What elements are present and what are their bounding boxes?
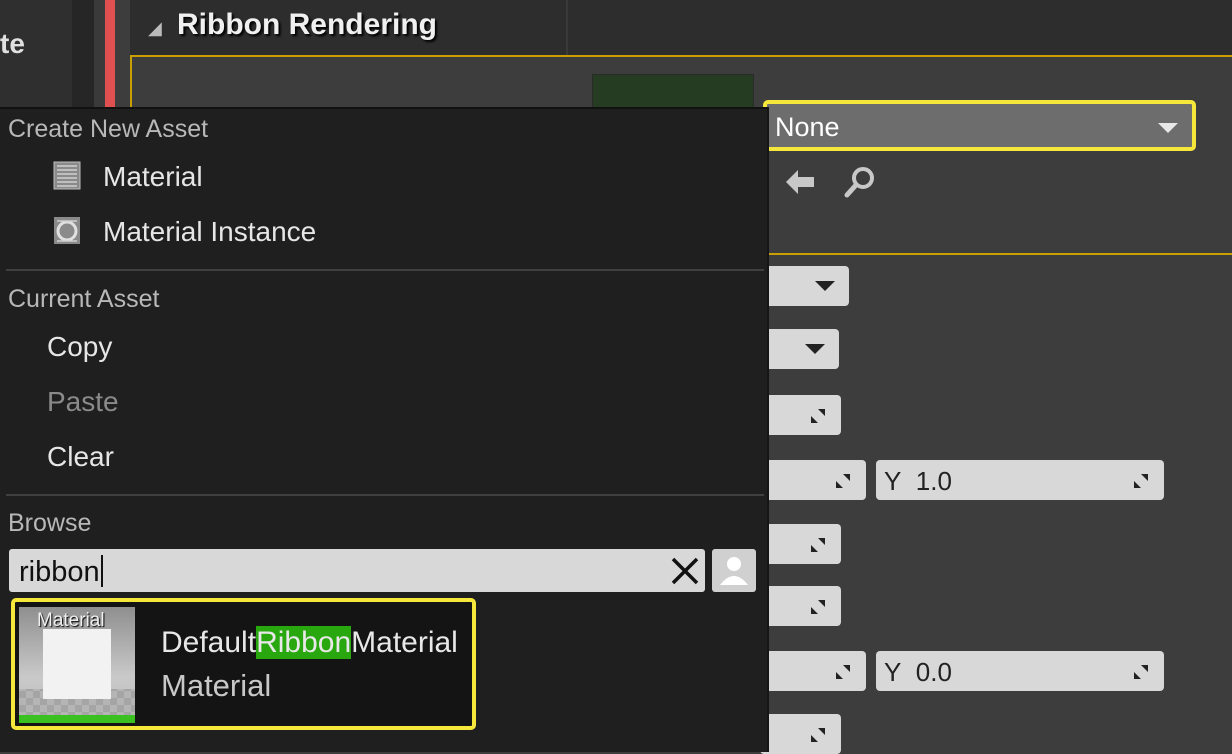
category-color-bar — [105, 0, 115, 107]
material-thumbnail[interactable] — [592, 74, 754, 110]
axis-label: Y — [884, 657, 902, 687]
spin-drag-icon — [836, 665, 850, 679]
asset-search-input[interactable]: ribbon — [9, 549, 705, 592]
numeric-field-x[interactable] — [760, 651, 866, 691]
panel-splitter[interactable] — [72, 0, 94, 107]
material-instance-icon — [52, 216, 84, 246]
spin-drag-icon — [1134, 665, 1148, 679]
spin-drag-icon — [811, 538, 825, 552]
panel-gap — [94, 0, 105, 107]
left-panel: te — [0, 0, 72, 107]
dropdown-arrow-icon — [1158, 123, 1178, 133]
header-column-divider — [566, 0, 568, 55]
numeric-field[interactable] — [760, 524, 841, 564]
dropdown-field[interactable] — [760, 266, 849, 306]
create-material-instance-item[interactable]: Material Instance — [103, 216, 316, 248]
create-material-item[interactable]: Material — [103, 161, 203, 193]
filter-user-button[interactable] — [712, 549, 756, 592]
asset-result-type: Material — [161, 668, 272, 703]
name-suffix: Material — [351, 626, 458, 659]
dropdown-arrow-icon — [805, 344, 825, 354]
material-asset-combo[interactable]: None — [763, 100, 1196, 151]
clear-item[interactable]: Clear — [47, 441, 114, 473]
create-new-asset-heading: Create New Asset — [8, 115, 209, 143]
section-title: Ribbon Rendering — [177, 8, 437, 41]
axis-label: Y — [884, 466, 902, 496]
numeric-field[interactable] — [760, 714, 841, 754]
dropdown-arrow-icon — [815, 281, 835, 291]
numeric-field[interactable] — [760, 395, 841, 435]
numeric-field[interactable] — [760, 586, 841, 626]
paste-item: Paste — [47, 386, 119, 417]
back-arrow-icon[interactable] — [782, 164, 818, 200]
search-icon[interactable] — [842, 164, 878, 200]
spin-drag-icon — [811, 728, 825, 742]
user-icon — [720, 557, 748, 585]
spin-drag-icon — [1134, 474, 1148, 488]
text-caret — [100, 555, 103, 587]
field-value: 1.0 — [915, 466, 952, 496]
numeric-field-y[interactable]: Y 0.0 — [876, 651, 1164, 691]
numeric-field-x[interactable] — [760, 460, 866, 500]
material-icon — [52, 161, 84, 191]
copy-item[interactable]: Copy — [47, 331, 112, 363]
thumbnail-type-label: Material — [37, 610, 105, 631]
field-value: 0.0 — [915, 657, 952, 687]
browse-heading: Browse — [8, 509, 92, 537]
section-header-ribbon-rendering[interactable]: ◢ Ribbon Rendering — [130, 0, 1232, 57]
spin-drag-icon — [836, 474, 850, 488]
current-asset-heading: Current Asset — [8, 285, 160, 313]
search-text: ribbon — [19, 556, 100, 588]
menu-divider — [6, 269, 764, 271]
numeric-field-y[interactable]: Y 1.0 — [876, 460, 1164, 500]
material-combo-value: None — [775, 112, 840, 142]
collapse-triangle-icon[interactable]: ◢ — [148, 18, 162, 39]
asset-picker-menu: Create New Asset Material Material Insta… — [0, 107, 769, 752]
spin-drag-icon — [811, 409, 825, 423]
clear-search-icon[interactable] — [669, 555, 701, 587]
asset-result-name: DefaultRibbonMaterial — [161, 626, 458, 660]
name-prefix: Default — [161, 626, 257, 659]
dropdown-field[interactable] — [760, 329, 839, 369]
search-match-highlight: Ribbon — [256, 626, 352, 659]
menu-divider — [6, 494, 764, 496]
asset-result-tile[interactable]: Material DefaultRibbonMaterial Material — [11, 598, 476, 730]
spin-drag-icon — [811, 600, 825, 614]
left-panel-text: te — [0, 28, 25, 59]
